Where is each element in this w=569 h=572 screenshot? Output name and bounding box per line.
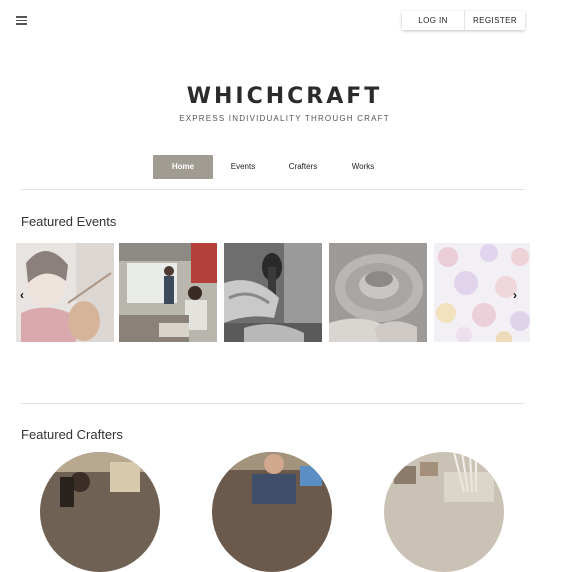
event-image-pottery[interactable]	[329, 243, 427, 342]
divider	[21, 189, 525, 190]
chevron-right-icon[interactable]: ›	[510, 288, 520, 302]
featured-events-title: Featured Events	[21, 214, 117, 229]
chevron-left-icon[interactable]: ‹	[17, 288, 27, 302]
event-image-violin[interactable]	[16, 243, 114, 342]
events-carousel	[16, 243, 530, 342]
nav-events[interactable]: Events	[213, 155, 273, 179]
site-tagline: EXPRESS INDIVIDUALITY THROUGH CRAFT	[179, 114, 390, 123]
nav-works[interactable]: Works	[333, 155, 393, 179]
event-image-classroom[interactable]	[119, 243, 217, 342]
login-button[interactable]: LOG IN	[402, 11, 465, 30]
site-title: WHICHCRAFT	[186, 84, 383, 109]
hamburger-menu-icon[interactable]	[16, 16, 27, 25]
event-image-carving[interactable]	[224, 243, 322, 342]
crafter-avatar[interactable]	[384, 452, 504, 572]
register-button[interactable]: REGISTER	[465, 11, 525, 30]
nav-crafters[interactable]: Crafters	[273, 155, 333, 179]
auth-buttons: LOG IN REGISTER	[402, 11, 525, 30]
main-nav: Home Events Crafters Works	[153, 155, 393, 179]
crafter-avatar[interactable]	[212, 452, 332, 572]
featured-crafters-title: Featured Crafters	[21, 427, 123, 442]
divider	[21, 403, 525, 404]
nav-home[interactable]: Home	[153, 155, 213, 179]
crafter-avatar[interactable]	[40, 452, 160, 572]
